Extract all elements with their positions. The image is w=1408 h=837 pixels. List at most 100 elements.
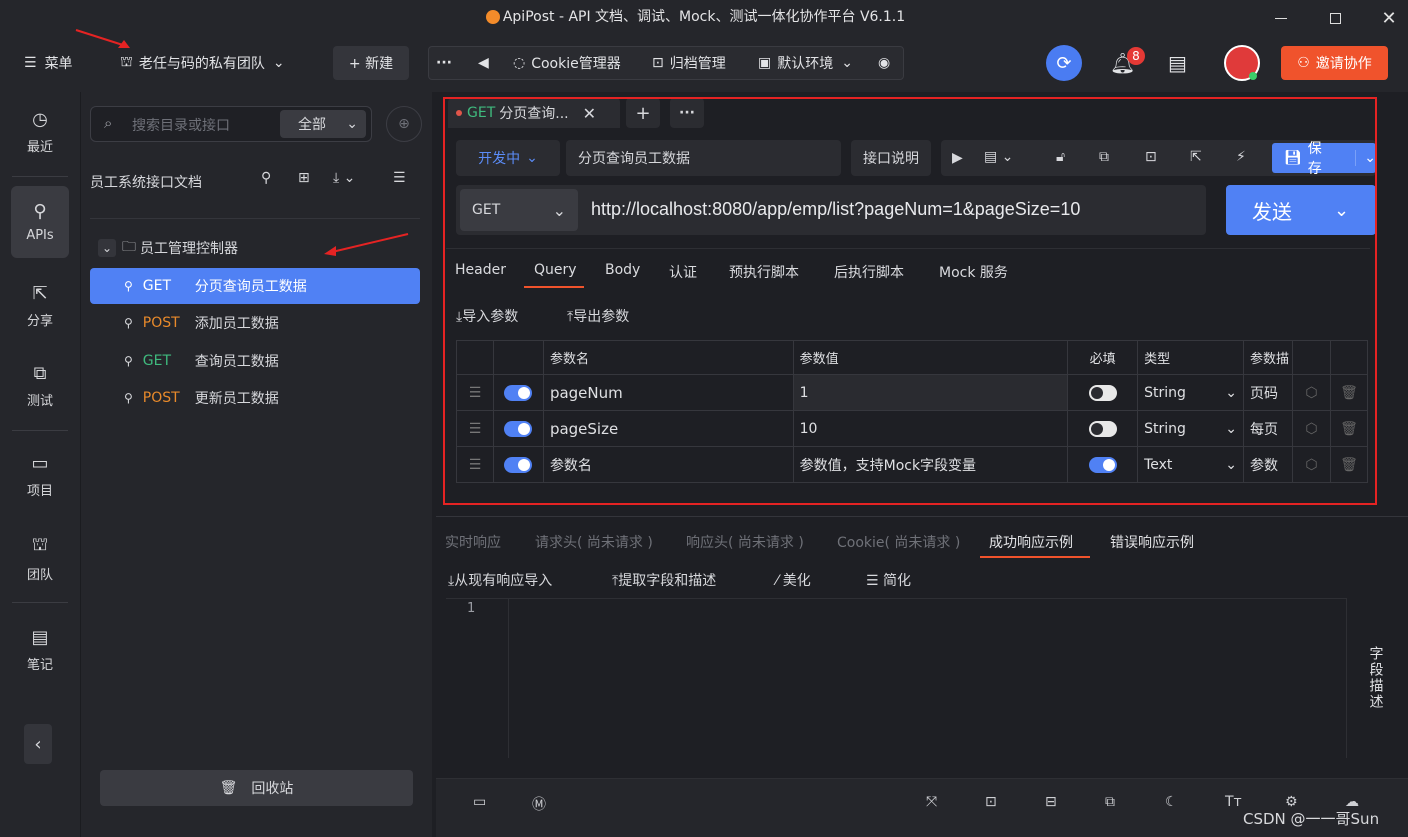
status-select[interactable]: 开发中 ⌄ — [456, 140, 560, 176]
request-tab[interactable]: GET 分页查询... ✕ — [448, 98, 620, 128]
add-api-icon[interactable]: ⚲ — [261, 170, 271, 186]
tab-body[interactable]: Body — [605, 262, 640, 282]
enable-toggle[interactable] — [492, 374, 544, 411]
nav-recent[interactable]: ◷ 最近 — [11, 96, 69, 168]
chevron-left-icon[interactable]: ‹ — [24, 724, 52, 764]
sync-icon[interactable]: ⟳ — [1046, 45, 1082, 81]
simplify-button[interactable]: ☰ 简化 — [866, 570, 911, 590]
tab-cookie[interactable]: Cookie( 尚未请求 ) — [837, 532, 960, 552]
nav-share[interactable]: ⇱ 分享 — [11, 270, 69, 342]
nav-test[interactable]: ⧉ 测试 — [11, 350, 69, 422]
font-size-icon[interactable]: Tт — [1225, 794, 1242, 810]
drag-handle-icon[interactable]: ☰ — [456, 410, 494, 447]
method-select[interactable]: GET ⌄ — [460, 189, 578, 231]
tab-success-example[interactable]: 成功响应示例 — [989, 532, 1073, 552]
param-desc[interactable]: 每页 — [1242, 410, 1293, 447]
api-item[interactable]: ⚲ GET 查询员工数据 — [90, 343, 420, 379]
enable-toggle[interactable] — [492, 410, 544, 447]
tab-error-example[interactable]: 错误响应示例 — [1110, 532, 1194, 552]
new-button[interactable]: + 新建 — [333, 46, 409, 80]
recycle-bin-button[interactable]: 🗑︎ 回收站 — [100, 770, 413, 806]
play-icon[interactable]: ▶ — [952, 150, 963, 166]
export-params-button[interactable]: ⤒导出参数 — [567, 306, 629, 326]
param-desc[interactable]: 页码 — [1242, 374, 1293, 411]
more-tabs-icon[interactable]: ··· — [670, 98, 704, 128]
split-icon[interactable]: ⊟ — [1045, 794, 1057, 810]
invite-button[interactable]: ⚇ 邀请协作 — [1281, 46, 1388, 80]
markdown-icon[interactable]: Ⓜ — [532, 794, 546, 814]
doc-button[interactable]: 接口说明 — [851, 140, 931, 176]
required-toggle[interactable] — [1067, 410, 1139, 447]
drag-handle-icon[interactable]: ☰ — [456, 446, 494, 483]
compress-icon[interactable]: ⤧ — [926, 794, 937, 810]
chevron-down-icon[interactable]: ⌄ — [1334, 200, 1349, 221]
param-value-input[interactable]: 参数值，支持Mock字段变量 — [792, 446, 1069, 483]
team-selector[interactable]: ⛫ 老任与码的私有团队 ⌄ — [120, 46, 285, 80]
cookie-manager-button[interactable]: ◌ Cookie管理器 — [513, 46, 621, 80]
tab-request-headers[interactable]: 请求头( 尚未请求 ) — [535, 532, 653, 552]
nav-project[interactable]: ▭ 项目 — [11, 440, 69, 512]
cube-icon[interactable]: ⬡ — [1291, 446, 1331, 483]
param-value[interactable]: 1 — [792, 374, 1069, 411]
tab-query[interactable]: Query — [534, 262, 577, 282]
locate-icon[interactable]: ⊕ — [386, 106, 422, 142]
back-icon[interactable]: ◀ — [478, 46, 489, 80]
drag-handle-icon[interactable]: ☰ — [456, 374, 494, 411]
eye-icon[interactable]: ◉ — [878, 46, 890, 80]
cube-icon[interactable]: ⬡ — [1291, 410, 1331, 447]
tab-auth[interactable]: 认证 — [669, 262, 697, 282]
panel-icon[interactable]: ▭ — [473, 794, 486, 810]
required-toggle[interactable] — [1067, 446, 1139, 483]
close-icon[interactable]: ✕ — [583, 104, 596, 123]
copy-icon[interactable]: ⧉ — [1099, 149, 1109, 165]
more-button[interactable]: ··· — [436, 46, 452, 80]
trash-icon[interactable]: 🗑︎ — [1329, 374, 1369, 411]
type-select[interactable]: String ⌄ — [1137, 374, 1244, 411]
environment-selector[interactable]: ▣ 默认环境 ⌄ — [758, 46, 853, 80]
field-desc-panel[interactable]: 字段描述 — [1346, 598, 1396, 758]
share-icon[interactable]: ⇱ — [1190, 149, 1202, 165]
code-icon[interactable]: ⊡ — [1145, 149, 1157, 165]
tab-pre-script[interactable]: 预执行脚本 — [729, 262, 799, 282]
nav-apis[interactable]: ⚲ APIs — [11, 186, 69, 258]
import-icon[interactable]: ⤓ ⌄ — [333, 170, 355, 186]
add-tab-icon[interactable]: + — [626, 98, 660, 128]
request-name-input[interactable]: 分页查询员工数据 — [566, 140, 841, 176]
collapse-all-icon[interactable]: ☰ — [393, 170, 406, 186]
param-name[interactable]: pageSize — [542, 410, 794, 447]
param-value[interactable]: 10 — [792, 410, 1069, 447]
filter-select[interactable]: 全部 ⌄ — [280, 110, 366, 138]
copy-icon[interactable]: ⧉ — [1105, 794, 1115, 810]
cube-icon[interactable]: ⬡ — [1291, 374, 1331, 411]
trash-icon[interactable]: 🗑︎ — [1329, 446, 1369, 483]
type-select[interactable]: Text ⌄ — [1137, 446, 1244, 483]
tab-mock[interactable]: Mock 服务 — [939, 262, 1008, 282]
trash-icon[interactable]: 🗑︎ — [1329, 410, 1369, 447]
param-name[interactable]: pageNum — [542, 374, 794, 411]
terminal-icon[interactable]: ⊡ — [985, 794, 997, 810]
save-button[interactable]: 💾︎ 保存 ⌄ — [1272, 141, 1376, 177]
menu-button[interactable]: ☰ 菜单 — [24, 46, 73, 80]
extract-fields-button[interactable]: ⤒提取字段和描述 — [612, 570, 716, 590]
param-name-input[interactable]: 参数名 — [542, 446, 794, 483]
notes-icon[interactable]: ▤ — [1168, 46, 1187, 80]
minimize-icon[interactable] — [1258, 0, 1304, 36]
required-toggle[interactable] — [1067, 374, 1139, 411]
enable-toggle[interactable] — [492, 446, 544, 483]
close-window-icon[interactable]: ✕ — [1366, 0, 1408, 36]
import-response-button[interactable]: ⤓从现有响应导入 — [448, 570, 552, 590]
moon-icon[interactable]: ☾ — [1165, 794, 1178, 810]
type-select[interactable]: String ⌄ — [1137, 410, 1244, 447]
api-item[interactable]: ⚲ POST 添加员工数据 — [90, 305, 420, 341]
param-desc-input[interactable]: 参数 — [1242, 446, 1293, 483]
beautify-button[interactable]: ⁄ 美化 — [776, 570, 811, 590]
layout-icon[interactable]: ▤ ⌄ — [984, 149, 1013, 165]
code-editor[interactable] — [446, 598, 1346, 758]
send-button[interactable]: 发送 ⌄ — [1226, 185, 1376, 235]
maximize-icon[interactable] — [1312, 0, 1358, 36]
tab-post-script[interactable]: 后执行脚本 — [834, 262, 904, 282]
archive-button[interactable]: ⊡ 归档管理 — [652, 46, 726, 80]
tab-response-headers[interactable]: 响应头( 尚未请求 ) — [686, 532, 804, 552]
flash-icon[interactable]: ⚡︎ — [1236, 149, 1246, 165]
import-params-button[interactable]: ⤓导入参数 — [456, 306, 518, 326]
